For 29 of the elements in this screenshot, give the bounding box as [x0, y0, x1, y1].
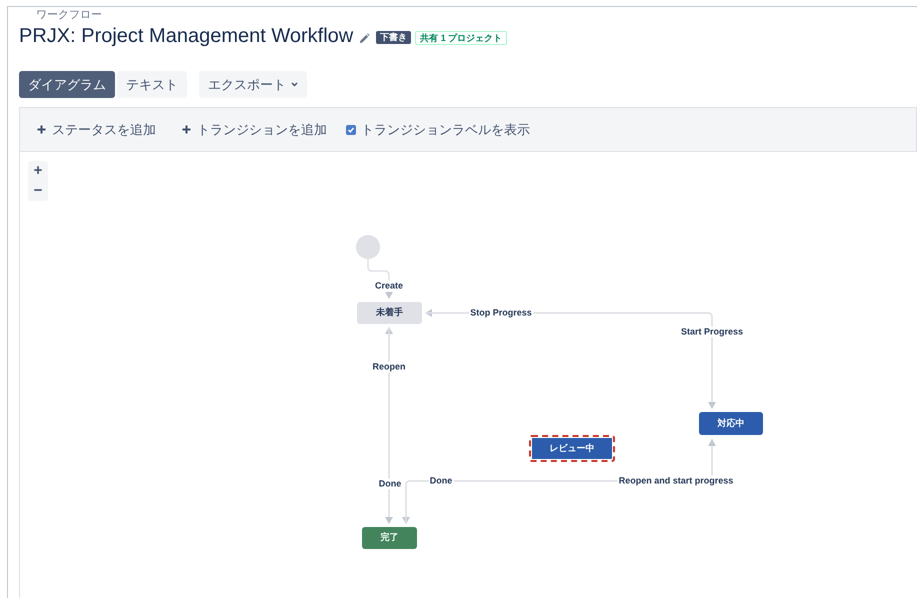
start-node[interactable]	[356, 235, 380, 259]
chevron-down-icon	[291, 82, 298, 87]
status-node[interactable]: 未着手	[357, 302, 422, 324]
transition-label[interactable]: Create	[374, 280, 404, 292]
view-tab[interactable]: テキスト	[117, 71, 187, 98]
add-transition-button[interactable]: トランジションを追加	[182, 120, 327, 140]
breadcrumb: ワークフロー	[36, 8, 103, 22]
plus-icon	[37, 125, 46, 134]
status-node[interactable]: 対応中	[699, 412, 763, 435]
transition-label[interactable]: Done	[428, 476, 454, 486]
transition-label[interactable]: Reopen and start progress	[618, 476, 734, 486]
workflow-title: PRJX: Project Management Workflow	[19, 24, 354, 49]
transition-label[interactable]: Done	[378, 478, 402, 490]
checkbox-label: トランジションラベルを表示	[361, 120, 530, 139]
transition-label[interactable]: Start Progress	[680, 326, 744, 338]
transition-label[interactable]: Reopen	[372, 362, 406, 372]
status-node[interactable]: レビュー中	[529, 435, 615, 462]
shared-projects-badge[interactable]: 共有 1 プロジェクト	[415, 30, 508, 44]
view-tab[interactable]: ダイアグラム	[19, 71, 115, 98]
transition-label[interactable]: Stop Progress	[469, 308, 533, 318]
pencil-icon[interactable]	[359, 32, 370, 44]
plus-icon	[182, 125, 191, 134]
export-dropdown[interactable]: エクスポート	[199, 71, 307, 98]
checkbox[interactable]	[346, 124, 356, 134]
zoom-in-button[interactable]: +	[28, 161, 48, 181]
status-badge: 下書き	[376, 31, 412, 44]
add-status-button[interactable]: ステータスを追加	[37, 120, 156, 140]
status-node[interactable]: 完了	[362, 527, 417, 549]
zoom-out-button[interactable]: −	[28, 181, 48, 201]
